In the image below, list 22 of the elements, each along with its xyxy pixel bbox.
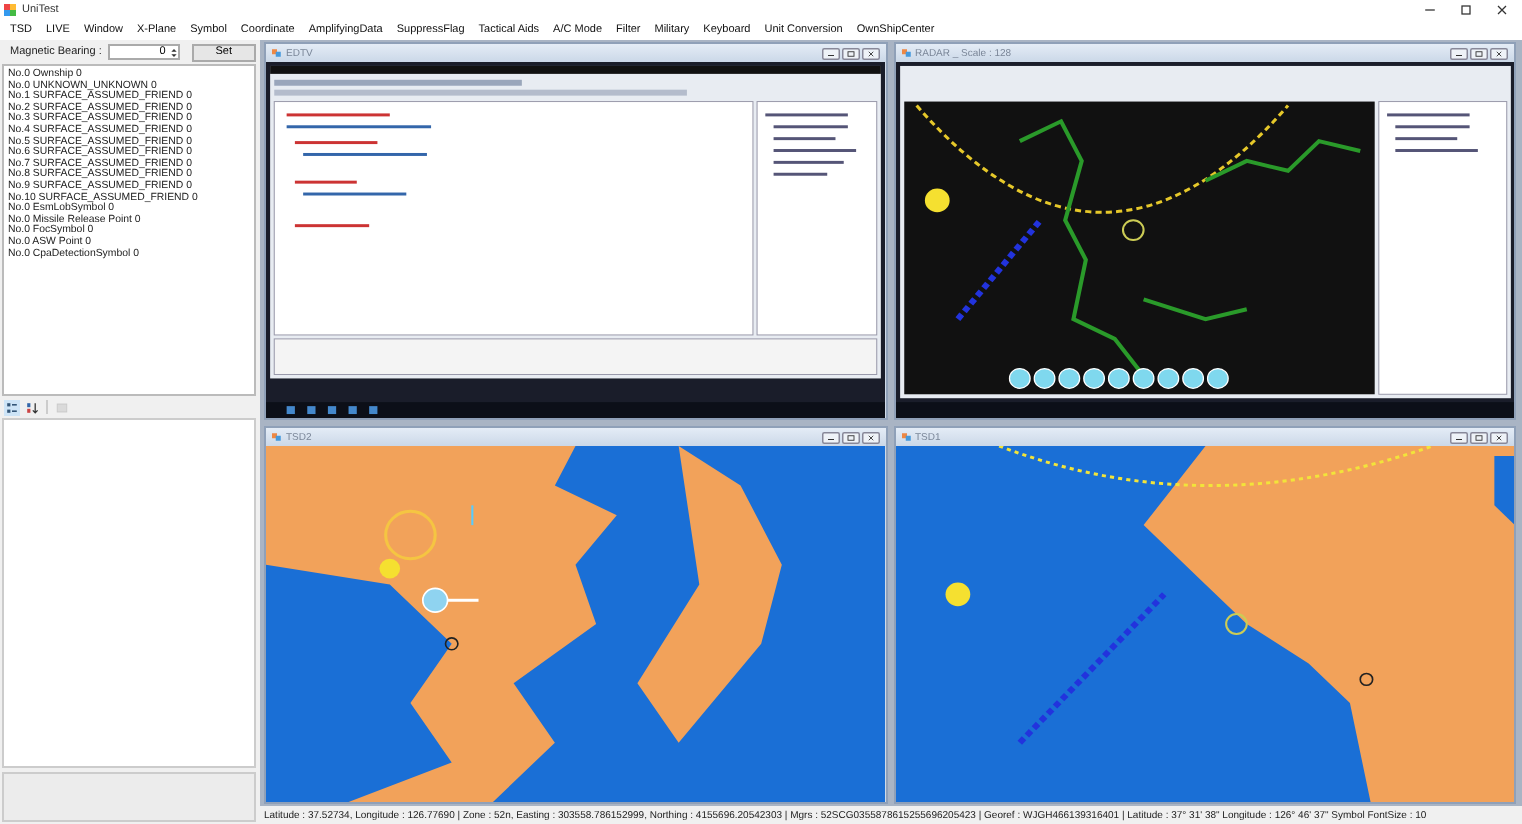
- sort-icon[interactable]: [24, 399, 40, 415]
- restore-icon[interactable]: [841, 431, 859, 443]
- minimize-icon[interactable]: [1450, 47, 1468, 59]
- close-icon[interactable]: [1490, 431, 1508, 443]
- window-icon: [901, 432, 911, 442]
- window-icon: [272, 432, 282, 442]
- restore-icon[interactable]: [1470, 431, 1488, 443]
- restore-icon[interactable]: [841, 47, 859, 59]
- minimize-icon[interactable]: [821, 431, 839, 443]
- close-icon[interactable]: [1494, 2, 1510, 18]
- minimize-icon[interactable]: [1450, 431, 1468, 443]
- spin-arrows-icon[interactable]: [169, 45, 178, 59]
- close-icon[interactable]: [1490, 47, 1508, 59]
- app-icon: [4, 4, 16, 16]
- minimize-icon[interactable]: [821, 47, 839, 59]
- window-icon: [272, 48, 282, 58]
- window-icon: [901, 48, 911, 58]
- close-icon[interactable]: [861, 431, 879, 443]
- maximize-icon[interactable]: [1458, 2, 1474, 18]
- restore-icon[interactable]: [1470, 47, 1488, 59]
- close-icon[interactable]: [861, 47, 879, 59]
- categorized-icon[interactable]: [4, 399, 20, 415]
